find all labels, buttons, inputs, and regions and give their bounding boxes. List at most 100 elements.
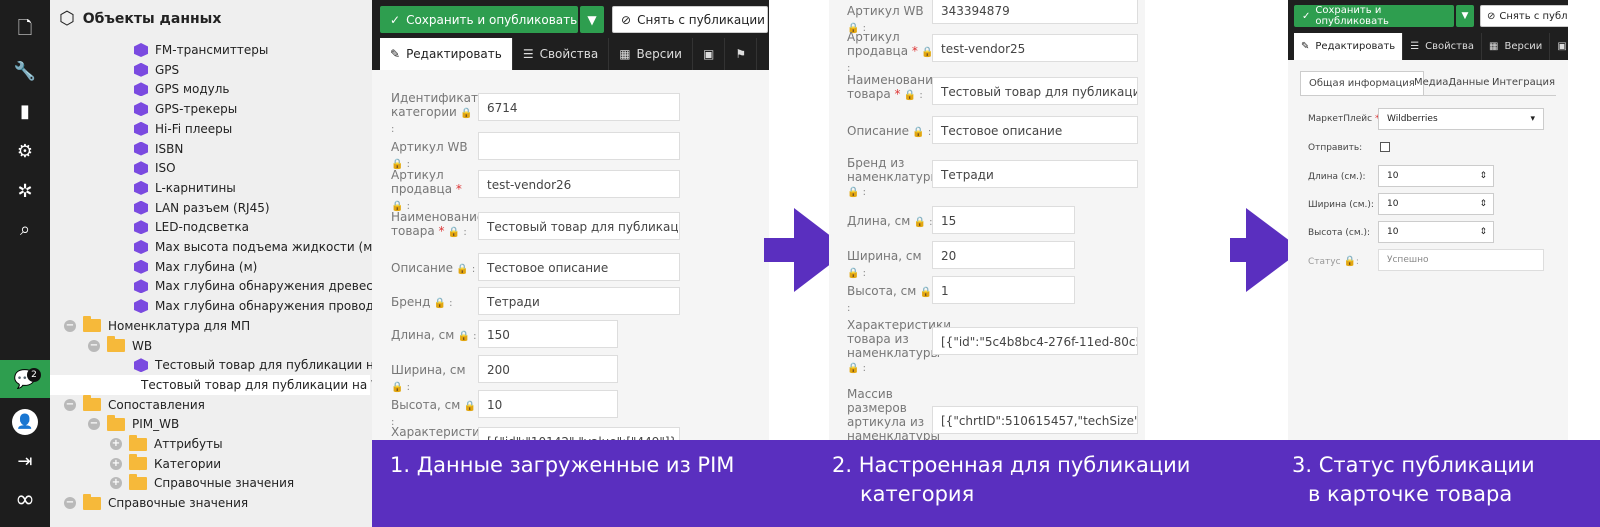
tree-item[interactable]: GPS-трекеры [134,99,237,119]
length-input[interactable]: 10 ⇕ [1378,165,1494,187]
field-input[interactable]: Тестовое описание [478,253,680,281]
network-icon[interactable]: ✲ [0,172,50,210]
cube-icon [134,358,148,373]
logout-icon[interactable]: ⇥ [0,442,50,480]
spinner-icon: ⇕ [1479,171,1487,181]
wrench-icon[interactable]: 🔧 [0,52,50,90]
chat-icon[interactable]: 💬 2 [0,360,50,398]
tree-folder[interactable]: − Справочные значения [64,493,248,513]
width-input[interactable]: 10 ⇕ [1378,193,1494,215]
tab-bookmark[interactable]: ⚑ [725,38,758,70]
collapse-icon[interactable]: − [64,398,76,411]
save-dropdown-button[interactable]: ▼ [580,6,604,33]
field-input[interactable]: test-vendor25 [932,34,1138,62]
collapse-icon[interactable]: − [64,319,76,332]
field-input[interactable]: 343394879 [932,0,1138,24]
chart-icon[interactable]: ▮ [0,92,50,130]
tree-item[interactable]: GPS [134,60,179,80]
document-icon[interactable]: 🗋 [0,12,50,50]
tab-edit[interactable]: ✎ Редактировать [380,38,513,70]
field-label: Бренд из наменклатуры 🔒 : [847,156,940,200]
versions-icon-3: ▦ [1489,41,1499,52]
field-input[interactable]: [{"id":"5c4b8bc4-276f-11ed-80c5-30e [932,327,1138,355]
folder-icon [83,395,101,412]
save-publish-button-3[interactable]: ✓ Сохранить и опубликовать [1294,5,1454,27]
expand-icon[interactable]: + [110,457,122,470]
tab-versions-3[interactable]: ▦ Версии [1482,33,1551,60]
field-input[interactable]: [{"id":"10142","value":["449"]}, [478,427,680,440]
tab-edit-3[interactable]: ✎ Редактировать [1294,33,1404,60]
field-input[interactable]: Тетради [478,287,680,315]
tree-item[interactable]: L-карнитины [134,178,236,198]
tree-item[interactable]: GPS модуль [134,79,230,99]
tree-item[interactable]: Тестовый товар для публикации на WB3 [50,374,372,395]
field-input[interactable]: 200 [478,355,618,383]
tree-folder[interactable]: + Категории [110,454,221,474]
collapse-icon[interactable]: − [64,497,76,510]
tree-item[interactable]: Max глубина (м) [134,257,257,277]
field-input[interactable]: 20 [932,241,1075,269]
field-input[interactable]: Тестовое описание [932,116,1138,144]
panel-publish-category: Артикул WB 🔒 : 343394879 Артикул продавца … [829,0,1145,440]
tab-calendar-3[interactable]: ▣ [1550,33,1568,60]
tree-folder[interactable]: − PIM_WB [88,414,179,434]
tab-properties-3[interactable]: ☰ Свойства [1403,33,1482,60]
tree-item[interactable]: FM-трансмиттеры [134,40,268,60]
tree-folder[interactable]: − Сопоставления [64,395,205,415]
field-input[interactable]: 15 [932,206,1075,234]
tree-item[interactable]: Max глубина обнаружения древесины (м [134,276,372,296]
tree-item-label: Справочные значения [108,496,249,511]
search-icon[interactable]: ⌕ [0,210,50,248]
width-label: Ширина (см.): [1308,200,1374,210]
save-publish-button[interactable]: ✓ Сохранить и опубликовать [380,6,578,33]
versions-icon: ▦ [619,47,631,61]
tree-folder[interactable]: − WB [88,336,152,356]
cube-icon [134,62,148,77]
cube-icon: ⬡ [59,8,75,29]
field-input[interactable]: 1 [932,276,1075,304]
collapse-icon[interactable]: − [88,339,100,352]
user-icon[interactable]: 👤 [0,403,50,441]
save-dropdown-button-3[interactable]: ▼ [1456,5,1474,27]
expand-icon[interactable]: + [110,438,122,450]
unpublish-button[interactable]: ⊘ Снять с публикации [612,6,768,33]
folder-icon [129,454,147,471]
field-input[interactable] [478,132,680,160]
tree-item[interactable]: LED-подсветка [134,217,249,237]
tree-item[interactable]: Max глубина обнаружения проводки (мм [134,296,372,316]
expand-icon[interactable]: + [110,477,122,490]
tree-item[interactable]: ISO [134,158,176,178]
field-input[interactable]: test-vendor26 [478,170,680,198]
tree-item[interactable]: ISBN [134,139,183,159]
tree-folder[interactable]: + Аттрибуты [110,434,223,454]
field-input[interactable]: 150 [478,320,618,348]
field-label-text: Ширина, см [391,363,466,377]
tree-item[interactable]: Hi-Fi плееры [134,119,232,139]
tree-item[interactable]: Тестовый товар для публикации на WB2 [134,355,372,375]
tree-folder[interactable]: − Номенклатура для МП [64,316,250,336]
tab-versions[interactable]: ▦ Версии [609,38,693,70]
gear-icon[interactable]: ⚙ [0,132,50,170]
unpublish-button-3[interactable]: ⊘ Снять с публ [1480,5,1568,27]
tab-edit-label: Редактировать [406,47,502,61]
field-input[interactable]: 10 [478,390,618,418]
tree-folder[interactable]: + Справочные значения [110,473,294,493]
tab-calendar[interactable]: ▣ [693,38,726,70]
tree-item[interactable]: LAN разъем (RJ45) [134,198,270,218]
field-input[interactable]: [{"chrtID":510615457,"techSize":"0","\ [932,406,1138,434]
unpublish-label: Снять с публикации [637,12,765,27]
field-input[interactable]: Тестовый товар для публикации на [932,77,1138,105]
tree-item[interactable]: Max высота подъема жидкости (м) [134,237,372,257]
folder-icon [129,434,147,451]
tab-versions-label-3: Версии [1504,41,1543,52]
width-value: 10 [1387,199,1399,209]
send-checkbox[interactable] [1380,142,1390,152]
height-input[interactable]: 10 ⇕ [1378,221,1494,243]
field-input[interactable]: Тетради [932,160,1138,188]
marketplace-select[interactable]: Wildberries ▾ [1378,108,1544,130]
subtab-integration[interactable]: Интеграция [1484,71,1563,95]
tab-properties[interactable]: ☰ Свойства [513,38,610,70]
collapse-icon[interactable]: − [88,418,100,431]
field-input[interactable]: 6714 [478,93,680,121]
field-input[interactable]: Тестовый товар для публикации на [478,212,680,240]
